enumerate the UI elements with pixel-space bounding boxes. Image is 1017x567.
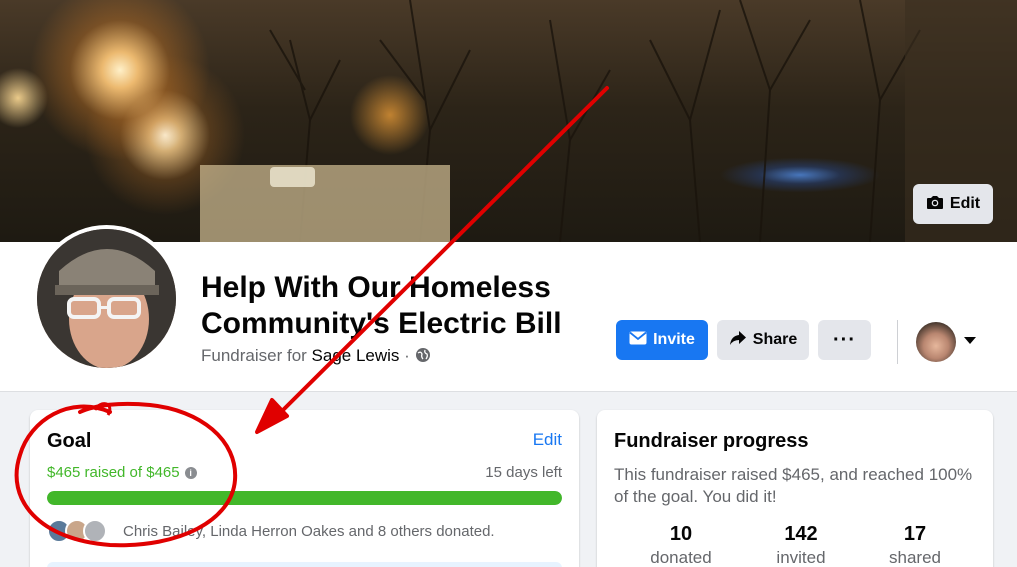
goal-footer-banner: [47, 562, 562, 567]
globe-icon[interactable]: [415, 347, 431, 368]
beneficiary-name-link[interactable]: Sage Lewis: [312, 346, 400, 365]
share-arrow-icon: [729, 330, 747, 351]
stat-label: shared: [889, 548, 941, 567]
share-button[interactable]: Share: [717, 320, 809, 360]
donor-avatar: [83, 519, 107, 543]
chevron-down-icon[interactable]: [964, 337, 976, 344]
envelope-icon: [629, 331, 647, 350]
progress-summary: This fundraiser raised $465, and reached…: [614, 465, 973, 506]
cover-photo: [0, 0, 1017, 242]
subtitle-prefix: Fundraiser for: [201, 346, 312, 365]
stat-number: 10: [669, 523, 693, 545]
fundraiser-subtitle: Fundraiser for Sage Lewis ·: [201, 346, 431, 368]
goal-heading: Goal: [47, 430, 92, 452]
stat-label: invited: [776, 548, 826, 567]
stat-donated: 10 donated: [626, 523, 736, 567]
more-options-button[interactable]: ···: [818, 320, 871, 360]
goal-edit-link[interactable]: Edit: [533, 430, 562, 450]
invite-label: Invite: [653, 331, 695, 348]
info-icon[interactable]: i: [184, 466, 197, 479]
organizer-photo: [37, 229, 176, 368]
donors-summary[interactable]: Chris Bailey, Linda Herron Oakes and 8 o…: [123, 523, 495, 540]
progress-heading: Fundraiser progress: [614, 430, 809, 452]
invite-button[interactable]: Invite: [616, 320, 708, 360]
edit-cover-label: Edit: [949, 195, 981, 212]
raised-amount: $465 raised of $465 i: [47, 464, 197, 481]
stat-shared: 17 shared: [860, 523, 970, 567]
share-label: Share: [752, 331, 798, 348]
cover-trees-illustration: [200, 0, 1017, 242]
header-divider: [897, 320, 898, 364]
stat-label: donated: [650, 548, 712, 567]
camera-icon: [926, 194, 944, 215]
account-avatar[interactable]: [916, 322, 956, 362]
organizer-avatar[interactable]: [33, 225, 180, 372]
donor-avatars[interactable]: [47, 519, 107, 543]
edit-cover-button[interactable]: Edit: [913, 184, 993, 224]
goal-card: Goal Edit $465 raised of $465 i 15 days …: [30, 410, 579, 567]
goal-progress-bar: [47, 491, 562, 505]
fundraiser-progress-card: Fundraiser progress This fundraiser rais…: [597, 410, 993, 567]
stat-invited: 142 invited: [746, 523, 856, 567]
days-left: 15 days left: [485, 464, 562, 481]
more-dots-icon: ···: [833, 328, 856, 351]
subtitle-separator: ·: [399, 346, 415, 365]
fundraiser-title: Help With Our Homeless Community's Elect…: [201, 271, 562, 340]
stat-number: 142: [784, 523, 818, 545]
stat-number: 17: [903, 523, 927, 545]
raised-text: $465 raised of $465: [47, 464, 180, 481]
goal-progress-fill: [47, 491, 562, 505]
